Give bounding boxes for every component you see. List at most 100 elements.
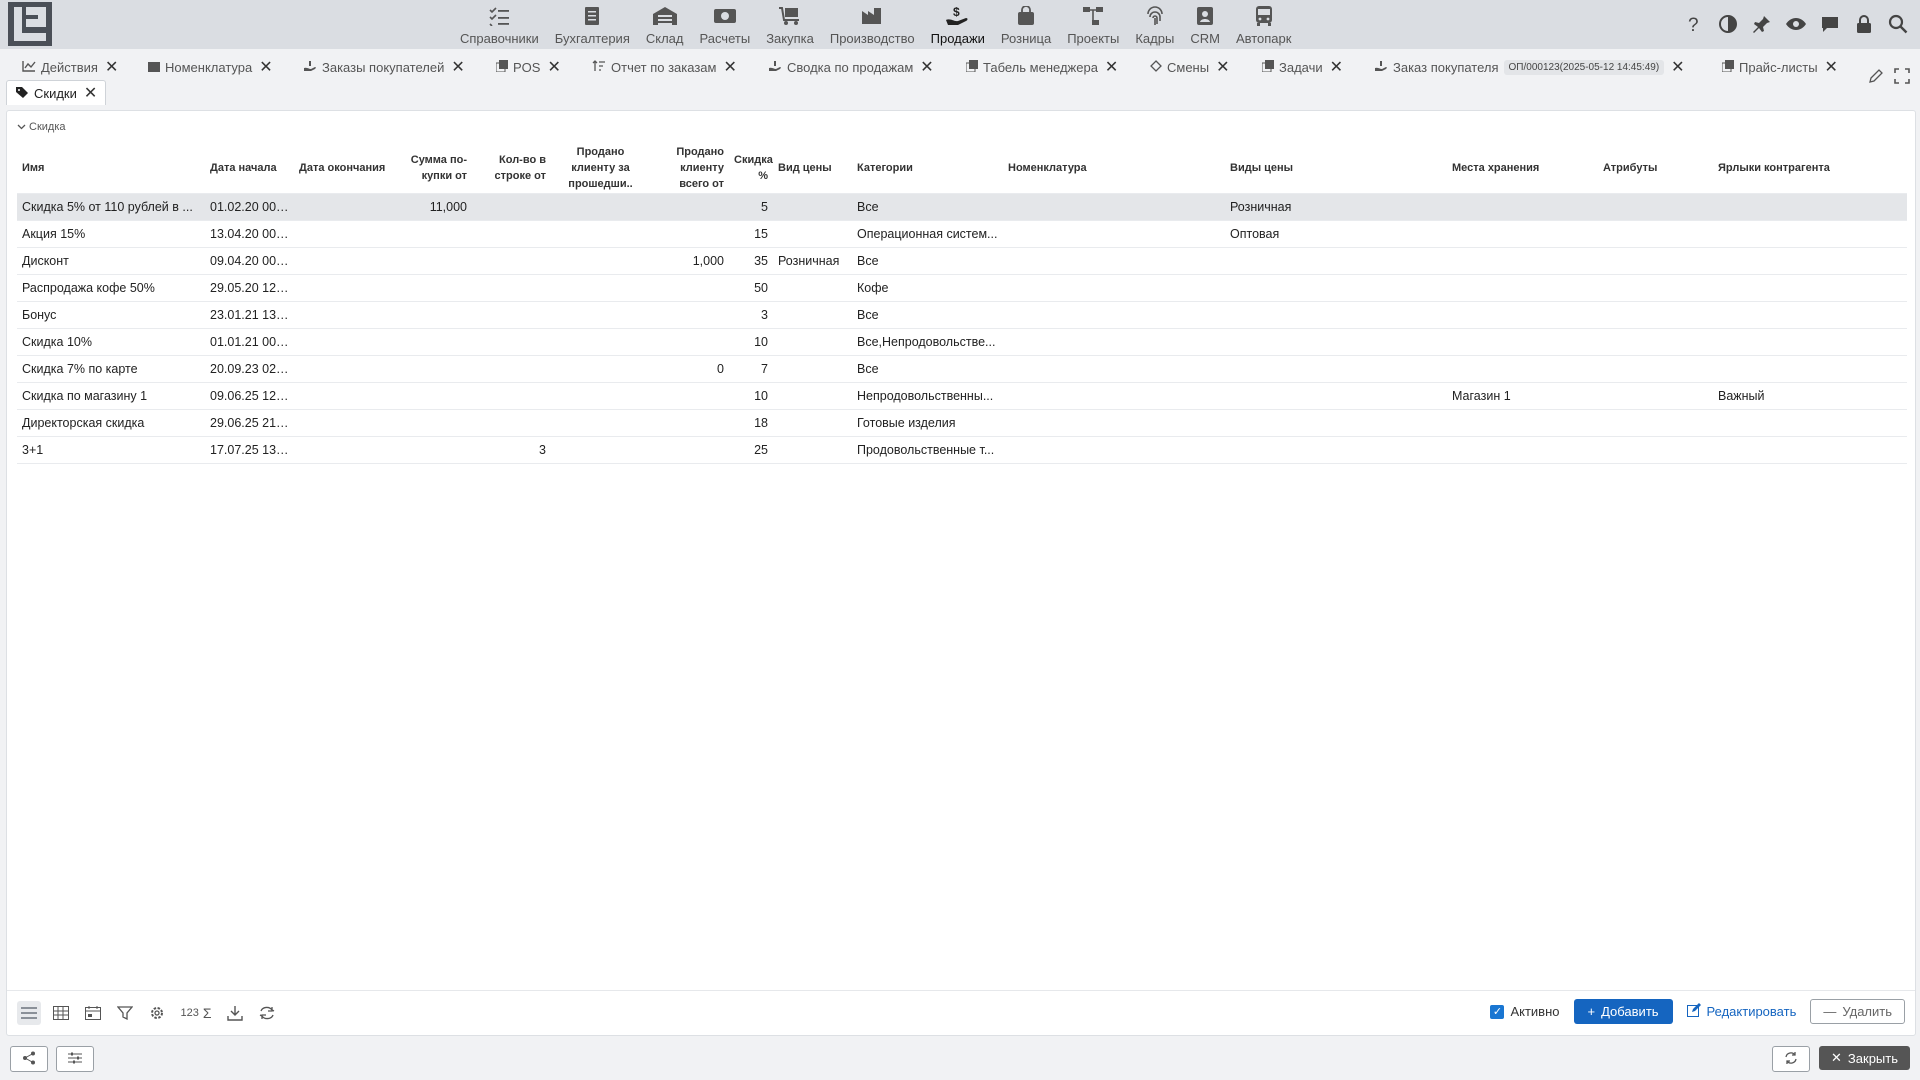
nav-production[interactable]: Производство: [822, 0, 923, 49]
table-row[interactable]: Директорская скидка 29.06.25 21:30 18 Го…: [17, 409, 1907, 437]
list-view-icon[interactable]: [17, 1001, 41, 1025]
active-checkbox[interactable]: ✓ Активно: [1490, 1004, 1560, 1019]
cell-attributes: [1598, 409, 1713, 437]
pin-icon[interactable]: [1750, 12, 1774, 36]
col-header-categories[interactable]: Категории: [852, 143, 1003, 194]
tab-order-report[interactable]: Отчет по заказам ✕: [592, 56, 737, 78]
add-button[interactable]: + Добавить: [1573, 999, 1673, 1024]
nav-payments[interactable]: Расчеты: [691, 0, 758, 49]
table-row[interactable]: 3+1 17.07.25 13:00 3 25 Продовольственны…: [17, 436, 1907, 464]
cell-end: [294, 355, 393, 383]
nav-purchase[interactable]: Закупка: [758, 0, 822, 49]
tab-customer-order[interactable]: Заказ покупателя ОП/000123(2025-05-12 14…: [1374, 56, 1685, 78]
tab-customer-orders[interactable]: Заказы покупателей ✕: [303, 56, 465, 78]
cell-name: Распродажа кофе 50%: [17, 274, 205, 302]
tab-tasks[interactable]: Задачи ✕: [1261, 56, 1343, 78]
pencil-icon[interactable]: [1868, 68, 1884, 87]
sliders-icon: [68, 1052, 82, 1067]
close-icon[interactable]: ✕: [451, 57, 464, 77]
tab-price-lists[interactable]: Прайс-листы ✕: [1721, 56, 1838, 78]
col-header-sold-past[interactable]: Продано клиенту за прошедши..: [551, 143, 650, 194]
eye-icon[interactable]: [1784, 12, 1808, 36]
app-logo[interactable]: [8, 2, 52, 46]
download-icon[interactable]: [223, 1001, 247, 1025]
settings-gear-icon[interactable]: [145, 1001, 169, 1025]
nav-crm[interactable]: CRM: [1182, 0, 1228, 49]
close-icon[interactable]: ✕: [920, 57, 933, 77]
table-row[interactable]: Скидка по магазину 1 09.06.25 12:17 10 Н…: [17, 382, 1907, 410]
number-format-button[interactable]: 123 Σ: [177, 1001, 215, 1025]
sliders-button[interactable]: [56, 1046, 94, 1072]
cell-categories: Продовольственные т...: [852, 436, 1003, 464]
col-header-name[interactable]: Имя: [17, 143, 205, 194]
nav-retail[interactable]: Розница: [993, 0, 1059, 49]
cell-attributes: [1598, 355, 1713, 383]
col-header-sum[interactable]: Сумма по-купки от: [393, 143, 472, 194]
section-header[interactable]: Скидка: [17, 121, 66, 133]
fullscreen-icon[interactable]: [1894, 68, 1910, 87]
lock-icon[interactable]: [1852, 12, 1876, 36]
grid-view-icon[interactable]: [49, 1001, 73, 1025]
svg-text:$: $: [953, 5, 960, 19]
tab-nomenclature[interactable]: Номенклатура ✕: [148, 56, 273, 78]
nav-hr[interactable]: Кадры: [1127, 0, 1182, 49]
close-button[interactable]: ✕ Закрыть: [1819, 1046, 1910, 1070]
discounts-panel: Скидка Имя Дата начала Дата окончания Су…: [6, 110, 1916, 1036]
tab-manager-timesheet[interactable]: Табель менеджера ✕: [965, 56, 1118, 78]
tab-shifts[interactable]: Смены ✕: [1150, 56, 1230, 78]
tab-actions[interactable]: Действия ✕: [22, 56, 118, 78]
close-icon[interactable]: ✕: [723, 57, 736, 77]
nav-projects[interactable]: Проекты: [1059, 0, 1127, 49]
close-icon[interactable]: ✕: [1825, 57, 1838, 77]
delete-button[interactable]: — Удалить: [1810, 999, 1905, 1024]
nav-sales[interactable]: $ Продажи: [923, 0, 993, 49]
view-controls: 123 Σ: [17, 1001, 279, 1025]
close-icon[interactable]: ✕: [1105, 57, 1118, 77]
table-row[interactable]: Скидка 7% по карте 20.09.23 02:51 0 7 Вс…: [17, 355, 1907, 383]
close-icon[interactable]: ✕: [1671, 57, 1684, 77]
filter-icon[interactable]: [113, 1001, 137, 1025]
share-button[interactable]: [10, 1046, 48, 1072]
table-row[interactable]: Дисконт 09.04.20 00:00 1,000 35 Рознична…: [17, 247, 1907, 275]
col-header-labels[interactable]: Ярлыки контрагента: [1713, 143, 1907, 194]
close-icon[interactable]: ✕: [259, 57, 272, 77]
nav-accounting[interactable]: Бухгалтерия: [547, 0, 638, 49]
col-header-sold-total[interactable]: Продано клиенту всего от: [650, 143, 729, 194]
close-icon[interactable]: ✕: [84, 83, 97, 103]
reload-button[interactable]: [1772, 1046, 1810, 1072]
tab-sales-summary[interactable]: Сводка по продажам ✕: [768, 56, 934, 78]
cell-attributes: [1598, 193, 1713, 221]
close-icon[interactable]: ✕: [1330, 57, 1343, 77]
col-header-end[interactable]: Дата окончания: [294, 143, 393, 194]
table-row[interactable]: Акция 15% 13.04.20 00:00 15 Операционная…: [17, 220, 1907, 248]
close-icon[interactable]: ✕: [547, 57, 560, 77]
edit-icon: [1686, 1003, 1701, 1020]
theme-contrast-icon[interactable]: [1716, 12, 1740, 36]
table-row[interactable]: Распродажа кофе 50% 29.05.20 12:20 50 Ко…: [17, 274, 1907, 302]
col-header-price-type[interactable]: Вид цены: [773, 143, 852, 194]
col-header-nomenclature[interactable]: Номенклатура: [1003, 143, 1225, 194]
help-icon[interactable]: ?: [1682, 12, 1706, 36]
col-header-start[interactable]: Дата начала: [205, 143, 294, 194]
nav-warehouse[interactable]: Склад: [638, 0, 692, 49]
col-header-attributes[interactable]: Атрибуты: [1598, 143, 1713, 194]
col-header-storage[interactable]: Места хранения: [1447, 143, 1598, 194]
nav-fleet[interactable]: Автопарк: [1228, 0, 1300, 49]
edit-button[interactable]: Редактировать: [1686, 1003, 1796, 1020]
search-icon[interactable]: [1886, 12, 1910, 36]
close-icon[interactable]: ✕: [105, 57, 118, 77]
col-header-discount[interactable]: Скидка %: [729, 143, 773, 194]
tab-discounts[interactable]: Скидки ✕: [6, 80, 107, 105]
refresh-loop-icon[interactable]: [255, 1001, 279, 1025]
cell-nomenclature: [1003, 274, 1225, 302]
close-icon[interactable]: ✕: [1216, 57, 1229, 77]
nav-references[interactable]: Справочники: [452, 0, 547, 49]
col-header-price-types[interactable]: Виды цены: [1225, 143, 1447, 194]
table-row[interactable]: Скидка 10% 01.01.21 00:00 10 Все,Непродо…: [17, 328, 1907, 356]
col-header-qty[interactable]: Кол-во в строке от: [472, 143, 551, 194]
table-row[interactable]: Бонус 23.01.21 13:55 3 Все: [17, 301, 1907, 329]
calendar-view-icon[interactable]: [81, 1001, 105, 1025]
tab-pos[interactable]: POS ✕: [495, 56, 561, 78]
table-row[interactable]: Скидка 5% от 110 рублей в ... 01.02.20 0…: [17, 193, 1907, 221]
chat-icon[interactable]: [1818, 12, 1842, 36]
